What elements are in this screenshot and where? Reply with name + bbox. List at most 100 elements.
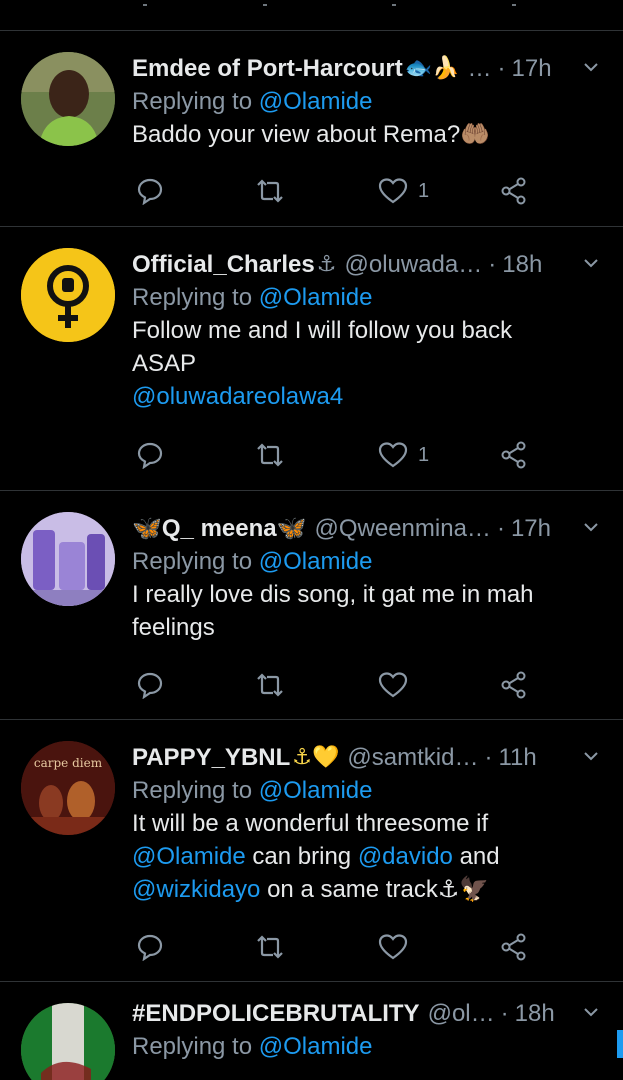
heart-icon (378, 441, 408, 469)
avatar[interactable]: carpe diem (21, 741, 115, 835)
display-name[interactable]: Emdee of Port-Harcourt (132, 53, 403, 85)
chevron-down-icon[interactable] (583, 519, 599, 535)
separator: · (497, 55, 506, 82)
avatar[interactable] (21, 1003, 115, 1080)
reply-icon[interactable] (136, 440, 164, 470)
tweet-text-line: ASAP (132, 350, 197, 377)
reply-mention-link[interactable]: @Olamide (259, 548, 373, 575)
tweet-text-line: @Olamide can bring @davido and (132, 840, 592, 873)
retweet-icon[interactable] (255, 440, 285, 470)
tweet-header: PAPPY_YBNL ⚓💛 @samtkid… · 11h (132, 742, 592, 774)
display-name[interactable]: 🦋Q_ meena🦋 (132, 513, 307, 545)
action-fragment (392, 4, 396, 6)
display-name[interactable]: PAPPY_YBNL (132, 742, 290, 774)
handle: @Qweenmina… (314, 515, 491, 542)
like-button[interactable]: 1 (378, 176, 429, 206)
replying-to: Replying to @Olamide (132, 774, 592, 807)
separator: · (484, 744, 493, 771)
heart-icon (378, 177, 408, 205)
tweet-actions: 1 (132, 440, 552, 470)
timestamp[interactable]: 17h (511, 513, 551, 545)
tweet-actions: 1 (132, 176, 552, 206)
chevron-down-icon[interactable] (583, 59, 599, 75)
name-emojis: ⚓ (316, 252, 337, 277)
reply-icon[interactable] (136, 932, 164, 962)
retweet-icon[interactable] (255, 670, 285, 700)
replying-to: Replying to @Olamide (132, 281, 592, 314)
display-name[interactable]: #ENDPOLICEBRUTALITY (132, 998, 420, 1030)
tweet[interactable]: #ENDPOLICEBRUTALITY @ol… · 18h Replying … (0, 982, 623, 1080)
mention-link[interactable]: @Olamide (132, 843, 246, 870)
timestamp[interactable]: 18h (515, 998, 555, 1030)
like-button[interactable] (378, 932, 408, 962)
tweet[interactable]: 🦋Q_ meena🦋 @Qweenmina… · 17h Replying to… (0, 491, 623, 720)
replying-to-label: Replying to (132, 1033, 253, 1060)
avatar[interactable] (21, 52, 115, 146)
timestamp[interactable]: 18h (502, 249, 542, 281)
tweet[interactable]: Official_Charles ⚓ @oluwada… · 18h Reply… (0, 227, 623, 491)
reply-mention-link[interactable]: @Olamide (259, 777, 373, 804)
handle: @ol… (427, 1000, 495, 1027)
tweet[interactable]: carpe diem PAPPY_YBNL ⚓💛 @samtkid… · 11h… (0, 720, 623, 982)
action-fragment (143, 4, 147, 6)
text-fragment: can bring (245, 843, 358, 870)
like-button[interactable]: 1 (378, 440, 429, 470)
tweet-header: Official_Charles ⚓ @oluwada… · 18h (132, 249, 592, 281)
like-count: 1 (418, 443, 430, 466)
share-icon[interactable] (500, 440, 528, 470)
mention-link[interactable]: @davido (358, 843, 453, 870)
chevron-down-icon[interactable] (583, 255, 599, 271)
tweet[interactable]: Emdee of Port-Harcourt 🐟🍌 … · 17h Replyi… (0, 31, 623, 227)
tweet-text-line: It will be a wonderful threesome if (132, 810, 489, 837)
display-name[interactable]: Official_Charles (132, 249, 315, 281)
separator: · (496, 515, 505, 542)
reply-mention-link[interactable]: @Olamide (259, 88, 373, 115)
retweet-icon[interactable] (255, 176, 285, 206)
name-emojis: 🐟🍌 (404, 56, 460, 81)
mention-link[interactable]: @wizkidayo (132, 876, 260, 903)
previous-tweet-actions (0, 0, 623, 31)
tweet-actions (132, 932, 552, 962)
tweet-text-line: feelings (132, 614, 215, 641)
tweet-text-line: @wizkidayo on a same track⚓🦅 (132, 873, 592, 906)
text-fragment: and (452, 843, 500, 870)
timestamp[interactable]: 11h (498, 742, 536, 774)
heart-icon (378, 933, 408, 961)
scrollbar[interactable] (617, 1030, 623, 1058)
avatar[interactable] (21, 248, 115, 342)
reply-timeline: Emdee of Port-Harcourt 🐟🍌 … · 17h Replyi… (0, 0, 623, 1080)
text-fragment: on a same track⚓🦅 (260, 876, 490, 903)
replying-to-label: Replying to (132, 777, 253, 804)
share-icon[interactable] (500, 932, 528, 962)
tweet-text: Baddo your view about Rema?🤲🏽 (132, 121, 491, 148)
action-fragment (263, 4, 267, 6)
mention-link[interactable]: @oluwadareolawa4 (132, 383, 343, 410)
tweet-text-line: I really love dis song, it gat me in mah (132, 581, 534, 608)
heart-icon (378, 671, 408, 699)
tweet-header: 🦋Q_ meena🦋 @Qweenmina… · 17h (132, 513, 592, 545)
handle: @oluwada… (344, 251, 483, 278)
share-icon[interactable] (500, 670, 528, 700)
reply-icon[interactable] (136, 176, 164, 206)
tweet-header: Emdee of Port-Harcourt 🐟🍌 … · 17h (132, 53, 592, 85)
chevron-down-icon[interactable] (583, 1004, 599, 1020)
avatar-caption: carpe diem (34, 756, 103, 770)
separator: · (488, 251, 497, 278)
reply-icon[interactable] (136, 670, 164, 700)
timestamp[interactable]: 17h (512, 53, 552, 85)
retweet-icon[interactable] (255, 932, 285, 962)
replying-to: Replying to @Olamide (132, 545, 592, 578)
avatar[interactable] (21, 512, 115, 606)
action-fragment (512, 4, 516, 6)
reply-mention-link[interactable]: @Olamide (259, 1033, 373, 1060)
tweet-header: #ENDPOLICEBRUTALITY @ol… · 18h (132, 998, 592, 1030)
tweet-actions (132, 670, 552, 700)
share-icon[interactable] (500, 176, 528, 206)
like-button[interactable] (378, 670, 408, 700)
reply-mention-link[interactable]: @Olamide (259, 284, 373, 311)
replying-to-label: Replying to (132, 284, 253, 311)
chevron-down-icon[interactable] (583, 748, 599, 764)
like-count: 1 (418, 179, 430, 202)
handle: … (467, 55, 492, 82)
replying-to: Replying to @Olamide (132, 1030, 592, 1063)
